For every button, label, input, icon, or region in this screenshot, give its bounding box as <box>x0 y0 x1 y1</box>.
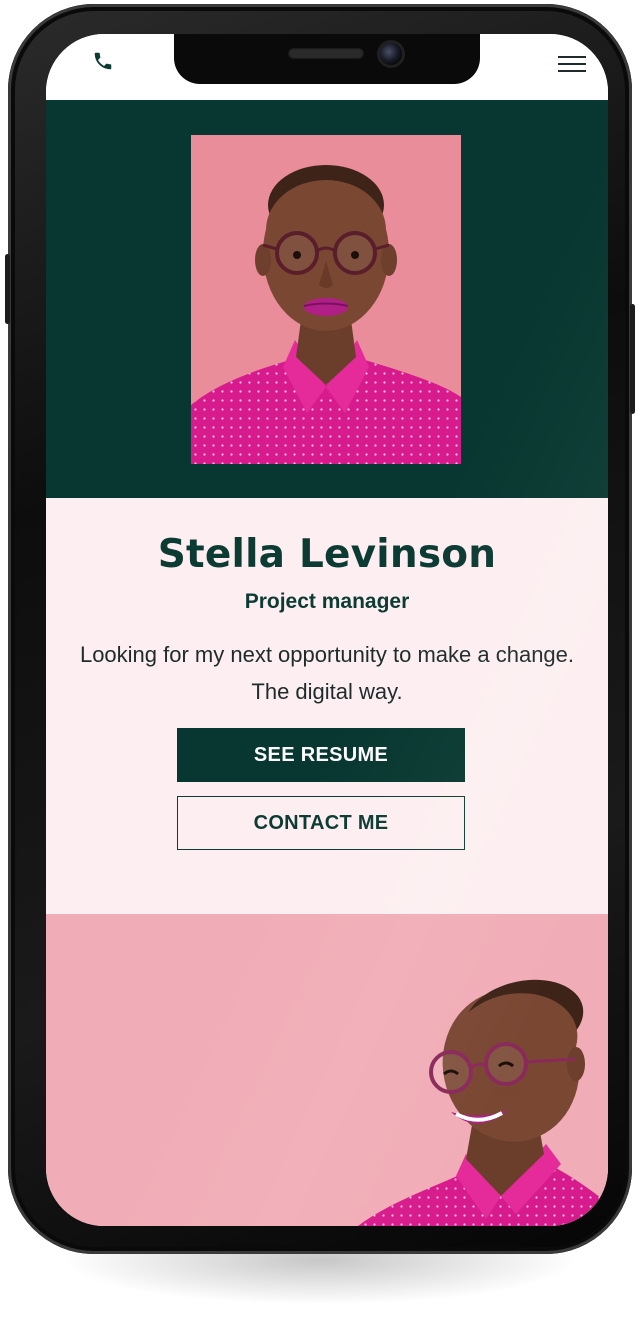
smiling-portrait-image <box>358 979 608 1226</box>
profile-role: Project manager <box>244 590 410 613</box>
phone-icon[interactable] <box>92 50 114 72</box>
tagline-line-2: The digital way. <box>251 679 403 704</box>
phone-notch <box>174 34 480 84</box>
contact-me-button[interactable]: CONTACT ME <box>177 796 465 850</box>
profile-portrait-image <box>191 135 461 464</box>
profile-name: Stella Levinson <box>157 532 497 577</box>
tagline-line-1: Looking for my next opportunity to make … <box>79 642 575 667</box>
stage: Stella Levinson Project manager Looking … <box>0 0 638 1343</box>
portrait-illustration <box>191 165 461 464</box>
phone-frame: Stella Levinson Project manager Looking … <box>5 4 635 1254</box>
volume-button <box>5 254 10 324</box>
power-button <box>630 304 635 414</box>
speaker-grille <box>288 48 364 59</box>
profile-tagline: Looking for my next opportunity to make … <box>46 636 608 710</box>
lower-section <box>46 914 608 1226</box>
front-camera <box>380 43 402 65</box>
hamburger-menu-icon[interactable] <box>558 54 586 74</box>
see-resume-button[interactable]: SEE RESUME <box>177 728 465 782</box>
hero-section <box>46 100 608 498</box>
profile-info-section: Stella Levinson Project manager Looking … <box>46 498 608 914</box>
phone-screen: Stella Levinson Project manager Looking … <box>46 34 608 1226</box>
